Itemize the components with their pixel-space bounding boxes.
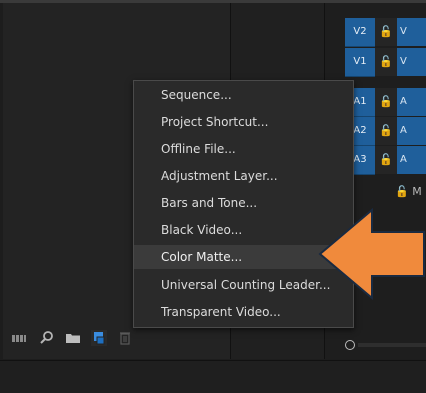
bottom-panel xyxy=(0,360,426,393)
menu-item-project-shortcut[interactable]: Project Shortcut... xyxy=(134,110,353,134)
lock-icon[interactable]: 🔓 xyxy=(375,48,397,76)
master-track-lock[interactable]: 🔓 M xyxy=(395,178,426,206)
track-clip[interactable]: V xyxy=(397,18,426,46)
new-item-icon[interactable] xyxy=(91,330,107,346)
track-clip[interactable]: V xyxy=(397,48,426,76)
menu-item-adjustment-layer[interactable]: Adjustment Layer... xyxy=(134,164,353,188)
menu-item-transparent-video[interactable]: Transparent Video... xyxy=(134,300,353,324)
track-v1[interactable]: V1 🔓 V xyxy=(345,48,426,77)
search-icon[interactable] xyxy=(39,330,55,346)
track-label[interactable]: V1 xyxy=(345,48,375,77)
track-a2[interactable]: A2 🔓 A xyxy=(345,117,426,146)
track-clip[interactable]: A xyxy=(397,146,426,174)
track-a3[interactable]: A3 🔓 A xyxy=(345,146,426,175)
track-label[interactable]: V2 xyxy=(345,18,375,47)
zoom-scroll-track[interactable] xyxy=(358,343,426,347)
track-clip[interactable]: A xyxy=(397,117,426,145)
menu-item-sequence[interactable]: Sequence... xyxy=(134,83,353,107)
track-a1[interactable]: A1 🔓 A xyxy=(345,88,426,117)
folder-icon[interactable] xyxy=(65,330,81,346)
lock-icon[interactable]: 🔓 xyxy=(375,117,397,145)
trash-icon[interactable] xyxy=(117,330,133,346)
lock-icon[interactable]: 🔓 xyxy=(375,146,397,174)
zoom-scroll-handle[interactable] xyxy=(345,340,355,350)
track-clip[interactable]: A xyxy=(397,88,426,116)
track-v2[interactable]: V2 🔓 V xyxy=(345,18,426,47)
menu-item-offline-file[interactable]: Offline File... xyxy=(134,137,353,161)
list-icon[interactable] xyxy=(11,330,27,346)
lock-icon[interactable]: 🔓 xyxy=(375,88,397,116)
annotation-arrow-icon xyxy=(318,208,425,300)
lock-icon[interactable]: 🔓 xyxy=(375,18,397,46)
